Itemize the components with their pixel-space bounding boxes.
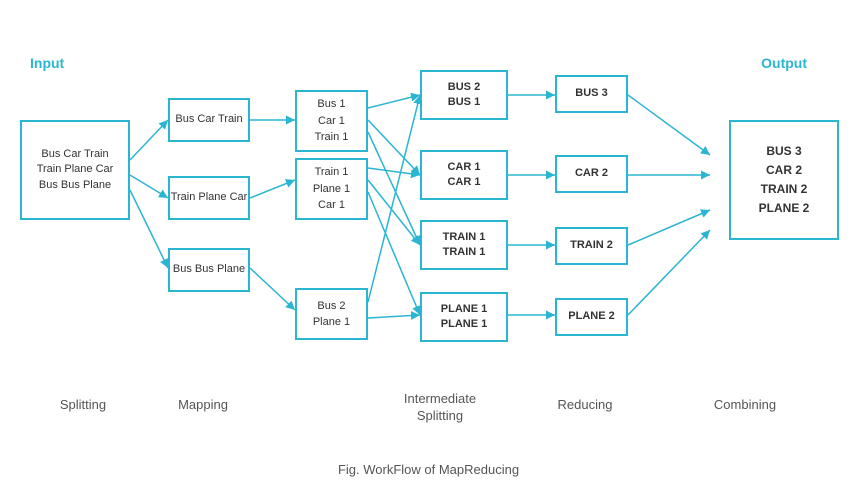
reduce-box-1: BUS 3 (555, 75, 628, 113)
inter-box-1: BUS 2 BUS 1 (420, 70, 508, 120)
inter-box-2: CAR 1 CAR 1 (420, 150, 508, 200)
reduce-box-3: TRAIN 2 (555, 227, 628, 265)
split-box-1: Bus 1 Car 1 Train 1 (295, 90, 368, 152)
map-box-2: Train Plane Car (168, 176, 250, 220)
label-combining: Combining (695, 397, 795, 412)
input-label: Input (30, 55, 64, 71)
caption: Fig. WorkFlow of MapReducing (0, 462, 857, 477)
output-box: BUS 3 CAR 2 TRAIN 2 PLANE 2 (729, 120, 839, 240)
reduce-box-4: PLANE 2 (555, 298, 628, 336)
label-splitting: Splitting (28, 397, 138, 412)
inter-box-3: TRAIN 1 TRAIN 1 (420, 220, 508, 270)
label-reducing: Reducing (540, 397, 630, 412)
label-intermediate: IntermediateSplitting (390, 391, 490, 425)
output-label: Output (761, 55, 807, 71)
map-box-1: Bus Car Train (168, 98, 250, 142)
label-mapping: Mapping (158, 397, 248, 412)
input-box: Bus Car Train Train Plane Car Bus Bus Pl… (20, 120, 130, 220)
diagram-container: Input Bus Car Train Train Plane Car Bus … (0, 0, 857, 460)
split-box-2: Train 1 Plane 1 Car 1 (295, 158, 368, 220)
reduce-box-2: CAR 2 (555, 155, 628, 193)
map-box-3: Bus Bus Plane (168, 248, 250, 292)
inter-box-4: PLANE 1 PLANE 1 (420, 292, 508, 342)
split-box-3: Bus 2 Plane 1 (295, 288, 368, 340)
